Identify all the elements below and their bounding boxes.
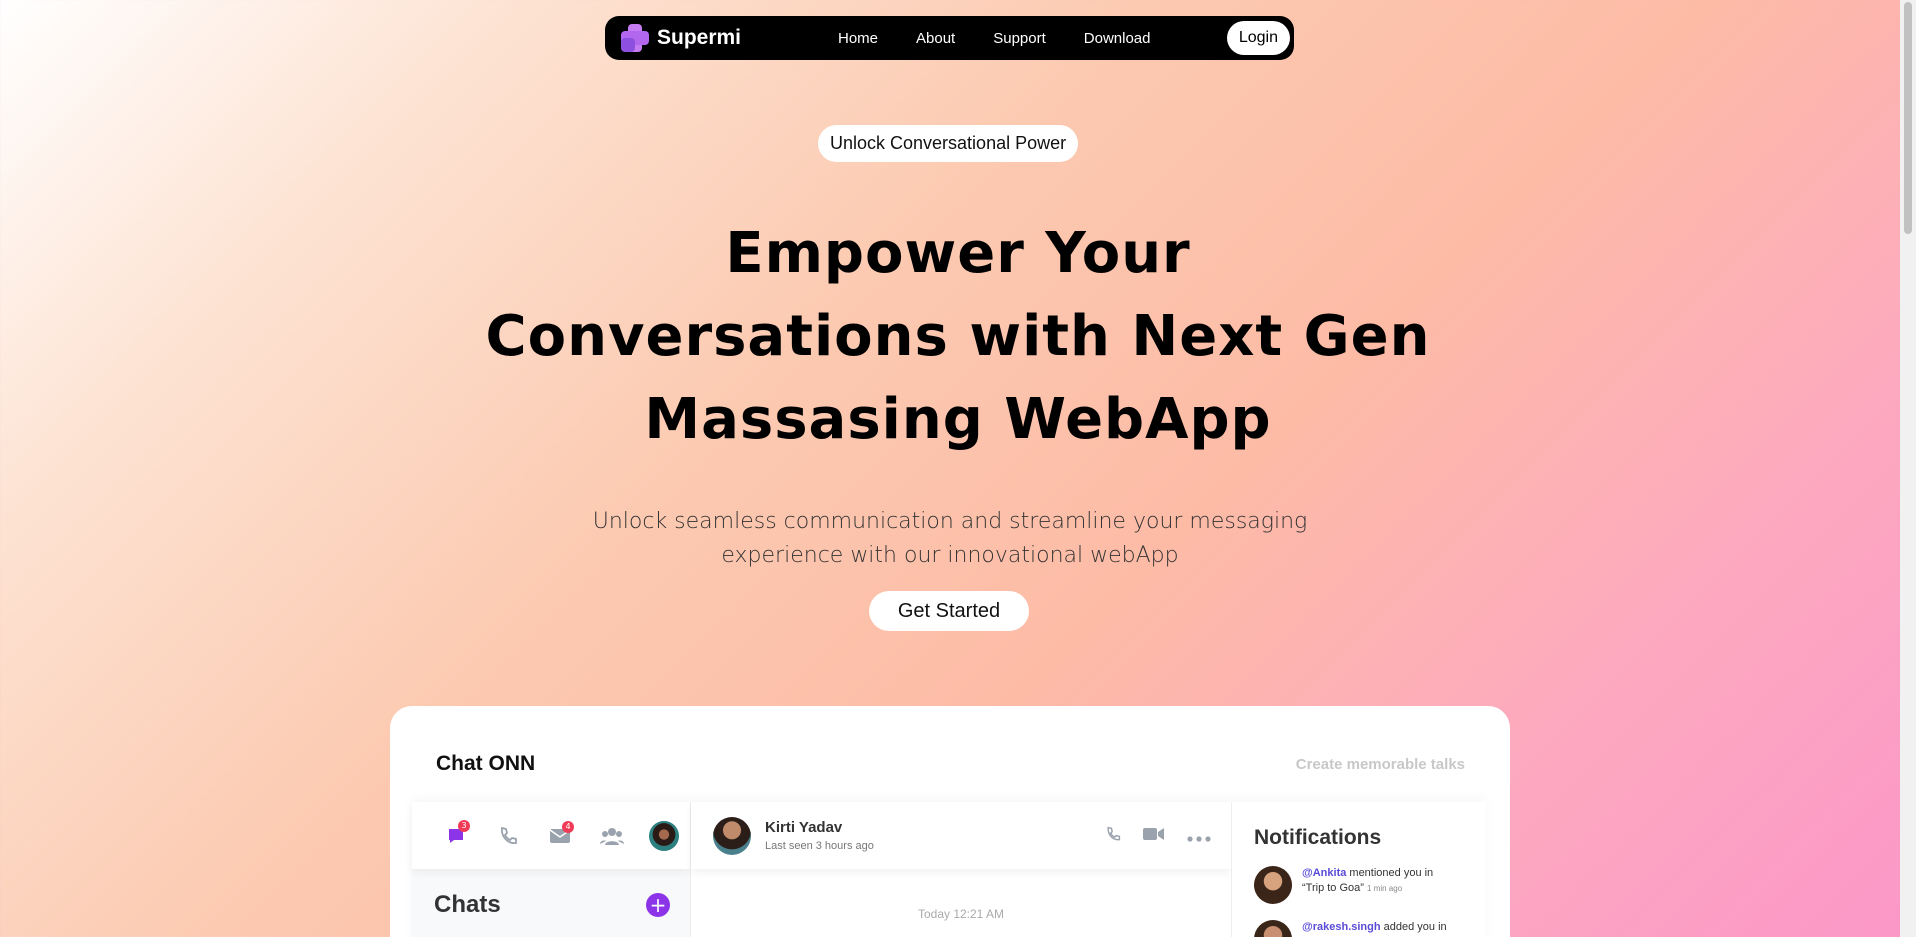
phone-icon[interactable] xyxy=(482,826,534,846)
chats-title: Chats xyxy=(434,891,501,918)
brand-name: Supermi xyxy=(657,26,742,49)
notification-avatar xyxy=(1254,866,1292,904)
page-scrollbar[interactable] xyxy=(1900,0,1916,937)
notification-handle: @rakesh.singh xyxy=(1302,921,1381,933)
brand-logo-icon xyxy=(619,22,651,54)
call-icon[interactable] xyxy=(1105,826,1121,846)
notification-handle: @Ankita xyxy=(1302,867,1347,879)
app-preview-card: Chat ONN Create memorable talks 3 4 Chat… xyxy=(390,706,1510,937)
navbar: Supermi Home About Support Download Logi… xyxy=(605,16,1294,60)
notifications-title: Notifications xyxy=(1254,826,1382,849)
chats-header: Chats + xyxy=(412,869,690,919)
preview-title: Chat ONN xyxy=(436,752,536,775)
notification-item[interactable]: @rakesh.singh added you in xyxy=(1254,920,1486,937)
nav-link-support[interactable]: Support xyxy=(974,30,1065,47)
hero-title-line: Massasing WebApp xyxy=(644,387,1272,452)
app-icon-row: 3 4 xyxy=(412,802,690,869)
brand[interactable]: Supermi xyxy=(619,22,799,54)
notification-text: @Ankita mentioned you in “Trip to Goa” 1… xyxy=(1302,866,1433,896)
login-button[interactable]: Login xyxy=(1226,21,1290,55)
notification-text: @rakesh.singh added you in xyxy=(1302,920,1447,935)
nav-link-about[interactable]: About xyxy=(897,30,974,47)
group-icon[interactable] xyxy=(586,826,638,846)
notification-subject: “Trip to Goa” xyxy=(1302,882,1364,894)
mail-badge: 4 xyxy=(562,820,574,833)
hero-subtitle: Unlock seamless communication and stream… xyxy=(560,505,1340,573)
profile-avatar[interactable] xyxy=(638,820,690,851)
nav-link-download[interactable]: Download xyxy=(1065,30,1170,47)
preview-tagline: Create memorable talks xyxy=(1295,756,1465,773)
nav-links: Home About Support Download xyxy=(819,30,1227,47)
new-chat-button[interactable]: + xyxy=(646,893,670,917)
hero-title-line: Empower Your xyxy=(725,221,1191,286)
hero-subtitle-line: Unlock seamless communication and stream… xyxy=(592,509,1308,534)
hero-subtitle-line: experience with our innovational webApp xyxy=(721,543,1179,568)
date-separator: Today 12:21 AM xyxy=(917,907,1005,921)
conversation-header: Kirti Yadav Last seen 3 hours ago xyxy=(691,802,1231,869)
notification-avatar xyxy=(1254,920,1292,937)
contact-info: Kirti Yadav Last seen 3 hours ago xyxy=(765,819,874,852)
contact-name: Kirti Yadav xyxy=(765,819,843,836)
conversation-actions xyxy=(1105,826,1211,846)
chat-badge: 3 xyxy=(458,819,470,832)
contact-avatar[interactable] xyxy=(713,816,751,855)
nav-link-home[interactable]: Home xyxy=(819,30,897,47)
chat-list-pane: 3 4 Chats + xyxy=(412,802,691,937)
video-call-icon[interactable] xyxy=(1143,826,1165,846)
hero-title: Empower Your Conversations with Next Gen… xyxy=(458,212,1458,461)
more-options-icon[interactable] xyxy=(1187,827,1211,846)
notifications-pane: Notifications @Ankita mentioned you in “… xyxy=(1231,802,1486,937)
notification-message: mentioned you in xyxy=(1346,867,1434,879)
notification-time: 1 min ago xyxy=(1367,884,1403,893)
get-started-button[interactable]: Get Started xyxy=(869,591,1029,631)
contact-status: Last seen 3 hours ago xyxy=(765,840,874,852)
notification-item[interactable]: @Ankita mentioned you in “Trip to Goa” 1… xyxy=(1254,866,1486,904)
scrollbar-thumb[interactable] xyxy=(1904,2,1912,234)
hero-pill: Unlock Conversational Power xyxy=(818,125,1079,162)
chat-icon[interactable]: 3 xyxy=(430,819,482,846)
notification-message: added you in xyxy=(1380,921,1447,933)
hero-title-line: Conversations with Next Gen xyxy=(485,304,1431,369)
mail-icon[interactable]: 4 xyxy=(534,820,586,845)
app-preview: 3 4 Chats + Kirti Yadav Last seen 3 hour… xyxy=(412,802,1486,937)
conversation-pane: Kirti Yadav Last seen 3 hours ago Today … xyxy=(691,802,1231,937)
